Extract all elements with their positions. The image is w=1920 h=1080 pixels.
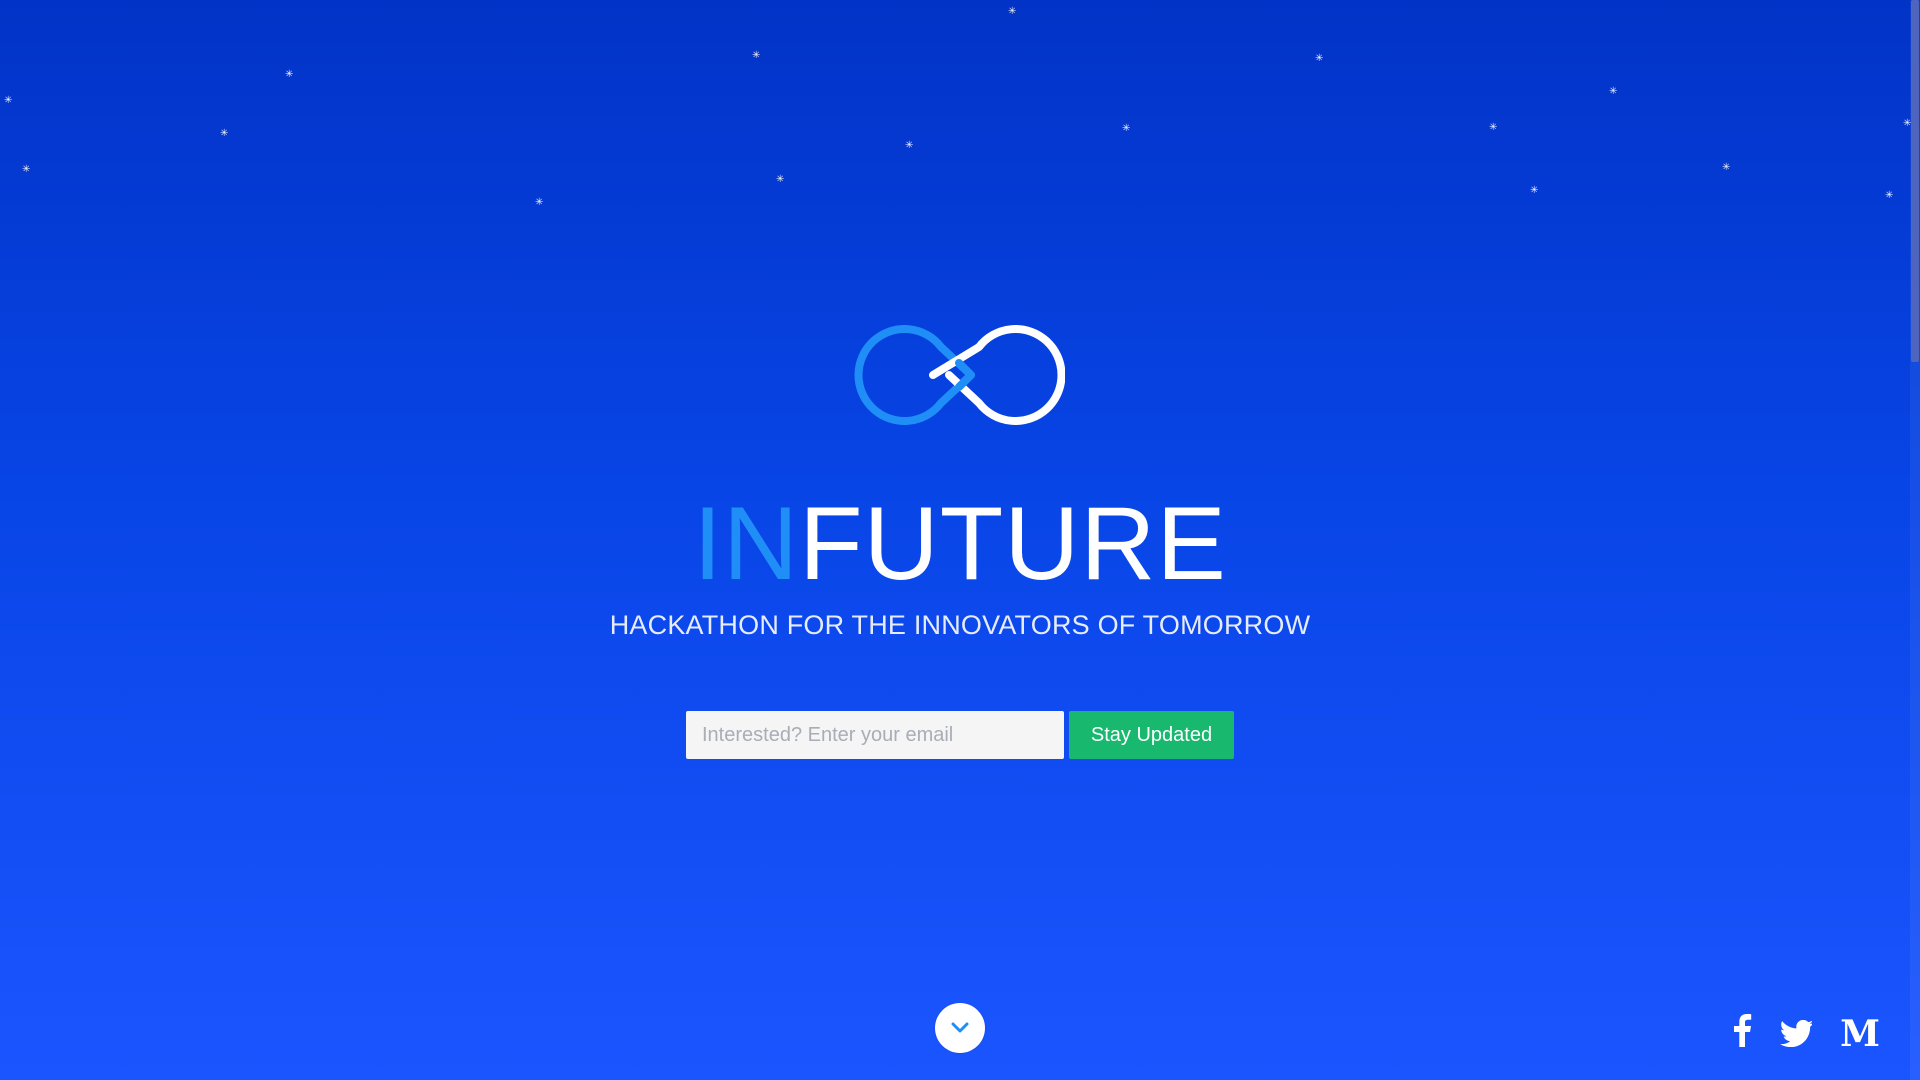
scroll-down-button[interactable] [935, 1003, 985, 1053]
title-prefix: IN [693, 486, 800, 602]
page-title: INFUTURE [0, 484, 1920, 604]
medium-icon: M [1840, 1013, 1880, 1055]
email-signup-form: Stay Updated [686, 711, 1234, 759]
social-links: M [1732, 1013, 1880, 1052]
hero-section: INFUTURE HACKATHON FOR THE INNOVATORS OF… [0, 0, 1910, 1080]
email-input[interactable] [686, 711, 1064, 759]
facebook-link[interactable] [1732, 1013, 1752, 1052]
scrollbar[interactable] [1910, 0, 1920, 1080]
facebook-icon [1734, 1014, 1752, 1047]
stay-updated-button[interactable]: Stay Updated [1069, 711, 1234, 759]
scrollbar-thumb[interactable] [1911, 0, 1919, 362]
title-suffix: FUTURE [799, 486, 1227, 602]
infinity-code-logo [854, 325, 1065, 425]
chevron-down-icon [951, 1022, 969, 1033]
medium-link[interactable]: M [1840, 1016, 1880, 1052]
twitter-link[interactable] [1780, 1019, 1814, 1052]
twitter-icon [1780, 1019, 1814, 1048]
tagline: HACKATHON FOR THE INNOVATORS OF TOMORROW [609, 610, 1311, 640]
